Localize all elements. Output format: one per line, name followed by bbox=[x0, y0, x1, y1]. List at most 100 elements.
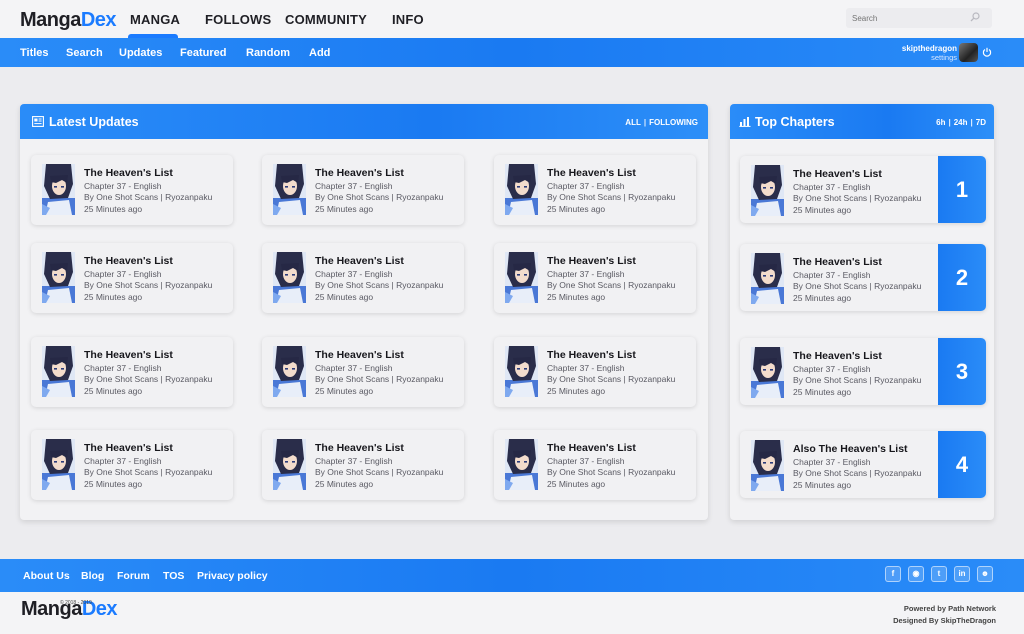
group-label[interactable]: By One Shot Scans | Ryozanpaku bbox=[793, 468, 921, 478]
latest-update-card[interactable]: The Heaven's List Chapter 37 - English By … bbox=[262, 155, 464, 225]
manga-title[interactable]: The Heaven's List bbox=[84, 167, 173, 179]
manga-title[interactable]: The Heaven's List bbox=[793, 256, 882, 268]
nav-community[interactable]: COMMUNITY bbox=[285, 12, 367, 27]
manga-cover[interactable] bbox=[505, 164, 538, 215]
top-chapter-card[interactable]: The Heaven's List Chapter 37 - English By … bbox=[740, 244, 986, 311]
latest-update-card[interactable]: The Heaven's List Chapter 37 - English By … bbox=[494, 337, 696, 407]
latest-update-card[interactable]: The Heaven's List Chapter 37 - English By … bbox=[262, 430, 464, 500]
username[interactable]: skipthedragon bbox=[902, 44, 957, 53]
manga-title[interactable]: The Heaven's List bbox=[315, 442, 404, 454]
manga-title[interactable]: The Heaven's List bbox=[84, 255, 173, 267]
group-label[interactable]: By One Shot Scans | Ryozanpaku bbox=[547, 280, 675, 290]
latest-update-card[interactable]: The Heaven's List Chapter 37 - English By … bbox=[31, 430, 233, 500]
nav-manga[interactable]: MANGA bbox=[130, 12, 180, 27]
group-label[interactable]: By One Shot Scans | Ryozanpaku bbox=[84, 280, 212, 290]
subnav-updates[interactable]: Updates bbox=[119, 47, 162, 59]
chapter-label[interactable]: Chapter 37 - English bbox=[547, 456, 625, 466]
latest-update-card[interactable]: The Heaven's List Chapter 37 - English By … bbox=[31, 337, 233, 407]
search-icon[interactable] bbox=[970, 12, 980, 22]
reddit-icon[interactable]: ☻ bbox=[977, 566, 993, 582]
subnav-featured[interactable]: Featured bbox=[180, 47, 226, 59]
chapter-label[interactable]: Chapter 37 - English bbox=[793, 270, 871, 280]
manga-cover[interactable] bbox=[751, 440, 784, 491]
search-input[interactable] bbox=[852, 11, 962, 25]
manga-cover[interactable] bbox=[505, 252, 538, 303]
group-label[interactable]: By One Shot Scans | Ryozanpaku bbox=[547, 192, 675, 202]
footer-link-tos[interactable]: TOS bbox=[163, 570, 184, 582]
subnav-search[interactable]: Search bbox=[66, 47, 103, 59]
discord-icon[interactable]: ◉ bbox=[908, 566, 924, 582]
subnav-random[interactable]: Random bbox=[246, 47, 290, 59]
nav-follows[interactable]: FOLLOWS bbox=[205, 12, 271, 27]
chapter-label[interactable]: Chapter 37 - English bbox=[84, 456, 162, 466]
subnav-add[interactable]: Add bbox=[309, 47, 330, 59]
manga-cover[interactable] bbox=[42, 252, 75, 303]
latest-update-card[interactable]: The Heaven's List Chapter 37 - English By … bbox=[262, 337, 464, 407]
manga-cover[interactable] bbox=[751, 347, 784, 398]
manga-title[interactable]: The Heaven's List bbox=[793, 168, 882, 180]
designed-by-text[interactable]: Designed By SkipTheDragon bbox=[893, 616, 996, 625]
subnav-titles[interactable]: Titles bbox=[20, 47, 49, 59]
chapter-label[interactable]: Chapter 37 - English bbox=[315, 269, 393, 279]
group-label[interactable]: By One Shot Scans | Ryozanpaku bbox=[793, 281, 921, 291]
chapter-label[interactable]: Chapter 37 - English bbox=[84, 181, 162, 191]
top-chapter-card[interactable]: The Heaven's List Chapter 37 - English By … bbox=[740, 156, 986, 223]
group-label[interactable]: By One Shot Scans | Ryozanpaku bbox=[547, 467, 675, 477]
manga-cover[interactable] bbox=[273, 346, 306, 397]
manga-cover[interactable] bbox=[751, 165, 784, 216]
group-label[interactable]: By One Shot Scans | Ryozanpaku bbox=[315, 374, 443, 384]
chapter-label[interactable]: Chapter 37 - English bbox=[315, 181, 393, 191]
manga-title[interactable]: The Heaven's List bbox=[547, 442, 636, 454]
group-label[interactable]: By One Shot Scans | Ryozanpaku bbox=[793, 375, 921, 385]
settings-link[interactable]: settings bbox=[931, 53, 957, 62]
top-chapter-card[interactable]: Also The Heaven's List Chapter 37 - Engli… bbox=[740, 431, 986, 498]
footer-link-forum[interactable]: Forum bbox=[117, 570, 150, 582]
latest-update-card[interactable]: The Heaven's List Chapter 37 - English By … bbox=[494, 243, 696, 313]
latest-update-card[interactable]: The Heaven's List Chapter 37 - English By … bbox=[494, 430, 696, 500]
group-label[interactable]: By One Shot Scans | Ryozanpaku bbox=[84, 467, 212, 477]
manga-cover[interactable] bbox=[273, 439, 306, 490]
manga-title[interactable]: The Heaven's List bbox=[547, 255, 636, 267]
powered-by-text[interactable]: Powered by Path Network bbox=[904, 604, 996, 613]
avatar[interactable] bbox=[959, 43, 978, 62]
manga-cover[interactable] bbox=[505, 346, 538, 397]
mangadex-logo[interactable]: MangaDex bbox=[20, 9, 117, 32]
top-chapter-card[interactable]: The Heaven's List Chapter 37 - English By … bbox=[740, 338, 986, 405]
filter-24h[interactable]: 24h bbox=[954, 118, 968, 127]
group-label[interactable]: By One Shot Scans | Ryozanpaku bbox=[315, 192, 443, 202]
group-label[interactable]: By One Shot Scans | Ryozanpaku bbox=[793, 193, 921, 203]
linkedin-icon[interactable]: in bbox=[954, 566, 970, 582]
manga-title[interactable]: Also The Heaven's List bbox=[793, 443, 908, 455]
chapter-label[interactable]: Chapter 37 - English bbox=[793, 457, 871, 467]
chapter-label[interactable]: Chapter 37 - English bbox=[315, 456, 393, 466]
chapter-label[interactable]: Chapter 37 - English bbox=[547, 269, 625, 279]
filter-6h[interactable]: 6h bbox=[936, 118, 945, 127]
chapter-label[interactable]: Chapter 37 - English bbox=[793, 182, 871, 192]
manga-title[interactable]: The Heaven's List bbox=[84, 349, 173, 361]
group-label[interactable]: By One Shot Scans | Ryozanpaku bbox=[315, 280, 443, 290]
manga-cover[interactable] bbox=[273, 252, 306, 303]
latest-update-card[interactable]: The Heaven's List Chapter 37 - English By … bbox=[31, 155, 233, 225]
filter-following[interactable]: FOLLOWING bbox=[649, 118, 698, 127]
chapter-label[interactable]: Chapter 37 - English bbox=[547, 363, 625, 373]
chapter-label[interactable]: Chapter 37 - English bbox=[793, 364, 871, 374]
manga-title[interactable]: The Heaven's List bbox=[84, 442, 173, 454]
group-label[interactable]: By One Shot Scans | Ryozanpaku bbox=[315, 467, 443, 477]
chapter-label[interactable]: Chapter 37 - English bbox=[547, 181, 625, 191]
twitter-icon[interactable]: t bbox=[931, 566, 947, 582]
manga-cover[interactable] bbox=[505, 439, 538, 490]
power-icon[interactable] bbox=[982, 47, 992, 57]
footer-link-privacy[interactable]: Privacy policy bbox=[197, 570, 268, 582]
manga-cover[interactable] bbox=[42, 439, 75, 490]
group-label[interactable]: By One Shot Scans | Ryozanpaku bbox=[547, 374, 675, 384]
chapter-label[interactable]: Chapter 37 - English bbox=[84, 269, 162, 279]
latest-update-card[interactable]: The Heaven's List Chapter 37 - English By … bbox=[494, 155, 696, 225]
filter-7d[interactable]: 7D bbox=[976, 118, 986, 127]
manga-cover[interactable] bbox=[42, 164, 75, 215]
chapter-label[interactable]: Chapter 37 - English bbox=[315, 363, 393, 373]
manga-cover[interactable] bbox=[751, 253, 784, 304]
manga-title[interactable]: The Heaven's List bbox=[315, 349, 404, 361]
nav-info[interactable]: INFO bbox=[392, 12, 424, 27]
group-label[interactable]: By One Shot Scans | Ryozanpaku bbox=[84, 374, 212, 384]
manga-title[interactable]: The Heaven's List bbox=[315, 255, 404, 267]
